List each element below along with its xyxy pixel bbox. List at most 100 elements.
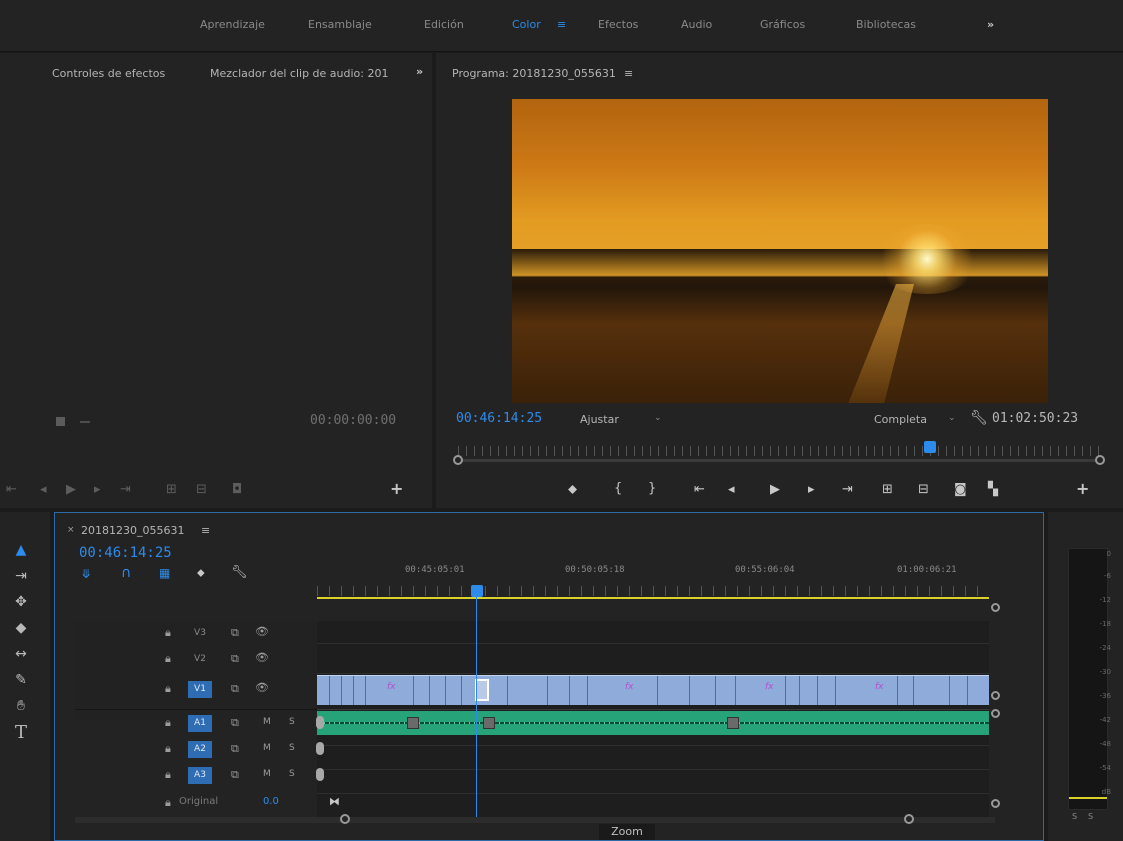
resolution-dropdown-chevron-icon[interactable]: ⌄	[948, 413, 956, 423]
track-target-a3[interactable]: A3	[188, 767, 212, 784]
timeline-playhead-line[interactable]	[476, 597, 477, 821]
fit-dropdown-chevron-icon[interactable]: ⌄	[654, 413, 662, 423]
scroll-handle-left[interactable]	[453, 455, 463, 465]
sequence-tab[interactable]: 20181230_055631	[81, 524, 184, 537]
lock-icon[interactable]: 🔒︎	[165, 626, 171, 640]
v1-clip-strip[interactable]: fx fx fx fx	[317, 675, 989, 705]
workspace-tab-color[interactable]: Color	[512, 18, 541, 31]
mute-button[interactable]: M	[263, 743, 271, 753]
zoom-handle-left[interactable]	[340, 814, 350, 824]
solo-button[interactable]: S	[289, 717, 295, 727]
workspace-tab-efectos[interactable]: Efectos	[598, 18, 638, 31]
solo-button[interactable]: S	[289, 743, 295, 753]
track-scroll-handle[interactable]	[991, 709, 1000, 718]
workspace-tab-audio[interactable]: Audio	[681, 18, 712, 31]
step-forward-icon[interactable]: ▸	[94, 483, 101, 497]
track-target-v1[interactable]: V1	[188, 681, 212, 698]
timeline-current-timecode[interactable]: 00:46:14:25	[79, 545, 172, 561]
track-scroll-handle[interactable]	[991, 799, 1000, 808]
solo-button[interactable]: S	[289, 769, 295, 779]
track-target-a2[interactable]: A2	[188, 741, 212, 758]
add-marker-icon[interactable]: ⬥	[197, 566, 205, 580]
timeline-horizontal-scrollbar[interactable]	[75, 817, 995, 823]
linked-selection-icon[interactable]: ▦	[159, 566, 170, 580]
pen-tool-icon[interactable]: ✎	[10, 672, 32, 688]
workspace-tab-edicion[interactable]: Edición	[424, 18, 464, 31]
workspace-tab-ensamblaje[interactable]: Ensamblaje	[308, 18, 372, 31]
mark-in-brace-icon[interactable]: {	[614, 482, 622, 496]
play-icon[interactable]: ▶	[770, 483, 780, 497]
hand-tool-icon[interactable]: ✋︎	[10, 698, 32, 714]
go-to-out-icon[interactable]: ⇥	[842, 483, 853, 497]
more-workspaces-icon[interactable]: »	[987, 18, 994, 31]
mark-in-icon[interactable]: ⇤	[6, 483, 17, 497]
timeline-settings-wrench-icon[interactable]: 🔧︎	[231, 565, 248, 580]
settings-wrench-icon[interactable]: 🔧︎	[970, 410, 988, 426]
sequence-menu-icon[interactable]: ≡	[201, 524, 210, 537]
step-back-icon[interactable]: ◂	[728, 483, 735, 497]
zoom-out-icon[interactable]	[80, 421, 90, 423]
lock-icon[interactable]: 🔒︎	[165, 742, 171, 756]
selection-tool-icon[interactable]: ▲	[10, 542, 32, 558]
export-frame-icon[interactable]: ◙	[954, 483, 967, 497]
solo-right-button[interactable]: S	[1088, 812, 1093, 821]
track-scroll-handle[interactable]	[991, 691, 1000, 700]
track-scroll-handle[interactable]	[991, 603, 1000, 612]
workspace-tab-graficos[interactable]: Gráficos	[760, 18, 805, 31]
extract-icon[interactable]: ⊟	[918, 483, 929, 497]
insert-icon[interactable]: ⊞	[166, 483, 177, 497]
type-tool-icon[interactable]: T	[10, 722, 32, 743]
track-target-a1[interactable]: A1	[188, 715, 212, 732]
workspace-tab-bibliotecas[interactable]: Bibliotecas	[856, 18, 916, 31]
sync-lock-icon[interactable]: ⧉	[231, 716, 239, 730]
visibility-eye-icon[interactable]: 👁︎	[255, 681, 269, 694]
track-target-v3[interactable]: V3	[188, 625, 212, 642]
voice-over-mic-icon[interactable]	[316, 716, 324, 729]
sync-lock-icon[interactable]: ⧉	[231, 652, 239, 666]
export-frame-icon[interactable]: ◘	[232, 483, 242, 497]
mute-button[interactable]: M	[263, 717, 271, 727]
sync-lock-icon[interactable]: ⧉	[231, 768, 239, 782]
audio-transition-icon[interactable]	[483, 717, 495, 729]
slip-tool-icon[interactable]: ↔	[10, 646, 32, 662]
voice-over-mic-icon[interactable]	[316, 768, 324, 781]
lift-icon[interactable]: ⊞	[882, 483, 893, 497]
go-to-in-icon[interactable]: ⇤	[694, 483, 705, 497]
fit-dropdown[interactable]: Ajustar	[580, 413, 619, 426]
program-current-timecode[interactable]: 00:46:14:25	[456, 411, 542, 426]
visibility-eye-icon[interactable]: 👁︎	[255, 651, 269, 664]
razor-tool-icon[interactable]: ◆	[10, 620, 32, 636]
a1-audio-strip[interactable]	[317, 711, 989, 735]
audio-transition-icon[interactable]	[727, 717, 739, 729]
lock-icon[interactable]: 🔒︎	[165, 652, 171, 666]
lock-icon[interactable]: 🔒︎	[165, 682, 171, 696]
sync-lock-icon[interactable]: ⧉	[231, 742, 239, 756]
overwrite-icon[interactable]: ⊟	[196, 483, 207, 497]
solo-left-button[interactable]: S	[1072, 812, 1077, 821]
lock-icon[interactable]: 🔒︎	[165, 768, 171, 782]
scroll-handle-right[interactable]	[1095, 455, 1105, 465]
add-button-icon[interactable]: +	[390, 481, 403, 497]
workspace-tab-aprendizaje[interactable]: Aprendizaje	[200, 18, 265, 31]
track-target-v2[interactable]: V2	[188, 651, 212, 668]
mark-out-brace-icon[interactable]: }	[648, 482, 656, 496]
tab-audio-clip-mixer[interactable]: Mezclador del clip de audio: 201	[210, 67, 388, 80]
go-to-out-icon[interactable]: ⇥	[120, 483, 131, 497]
lock-icon[interactable]: 🔒︎	[165, 796, 171, 810]
step-forward-icon[interactable]: ▸	[808, 483, 815, 497]
sync-lock-icon[interactable]: ⧉	[231, 682, 239, 696]
time-ruler[interactable]	[458, 446, 1100, 456]
ripple-edit-tool-icon[interactable]: ✥	[10, 594, 32, 610]
comparison-view-icon[interactable]: ▚	[988, 483, 998, 497]
lock-icon[interactable]: 🔒︎	[165, 716, 171, 730]
program-menu-icon[interactable]: ≡	[624, 67, 633, 80]
selected-clip[interactable]	[475, 679, 489, 701]
sync-lock-icon[interactable]: ⧉	[231, 626, 239, 640]
nest-toggle-icon[interactable]: ⤋	[81, 567, 91, 581]
voice-over-mic-icon[interactable]	[316, 742, 324, 755]
zoom-scrollbar[interactable]	[458, 459, 1100, 462]
timeline-playhead-handle[interactable]	[471, 585, 483, 597]
filter-icon[interactable]	[56, 417, 65, 426]
track-select-tool-icon[interactable]: ⇥	[10, 568, 32, 584]
add-marker-icon[interactable]: ⬥	[568, 483, 577, 497]
